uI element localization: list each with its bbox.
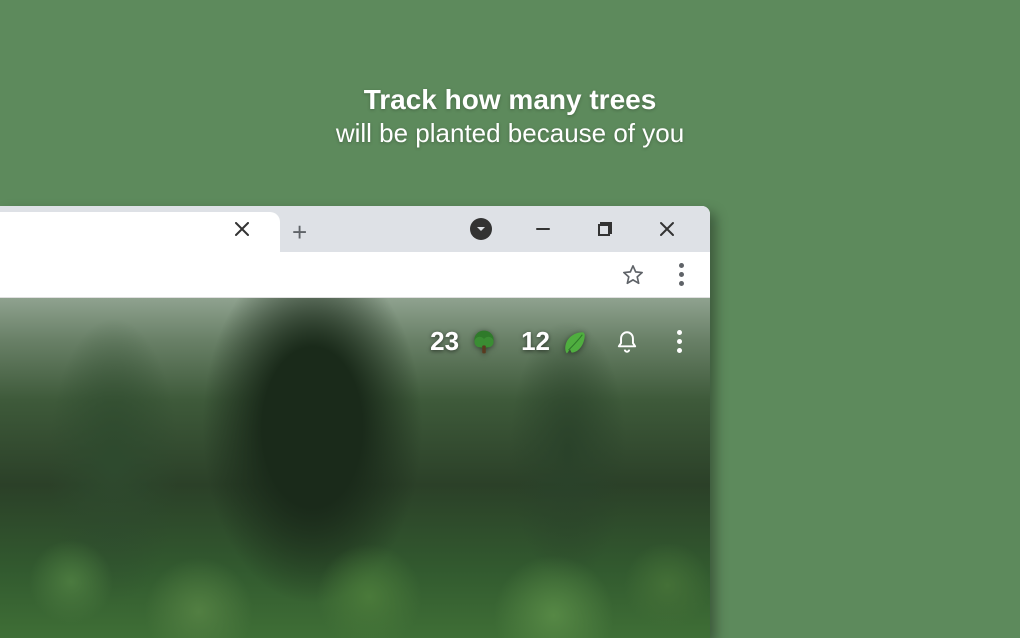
ecosia-stats-bar: 23 12 xyxy=(430,326,694,357)
page-content: 23 12 xyxy=(0,298,710,638)
notifications-bell-icon[interactable] xyxy=(612,327,642,357)
promo-headline: Track how many trees will be planted bec… xyxy=(0,82,1020,150)
tree-count-value: 23 xyxy=(430,326,459,357)
tab-close-button[interactable] xyxy=(230,217,254,241)
leaf-count-value: 12 xyxy=(521,326,550,357)
browser-more-icon[interactable] xyxy=(668,262,694,288)
headline-light: will be planted because of you xyxy=(0,117,1020,150)
leaf-icon xyxy=(560,327,590,357)
tree-icon xyxy=(469,327,499,357)
browser-toolbar xyxy=(0,252,710,298)
tab-strip: + xyxy=(0,206,710,252)
window-minimize-button[interactable] xyxy=(530,216,556,242)
window-controls xyxy=(468,206,710,252)
ecosia-more-icon[interactable] xyxy=(664,327,694,357)
window-maximize-button[interactable] xyxy=(592,216,618,242)
bookmark-star-icon[interactable] xyxy=(620,262,646,288)
foliage-overlay xyxy=(0,451,710,638)
headline-bold: Track how many trees xyxy=(0,82,1020,117)
window-close-button[interactable] xyxy=(654,216,680,242)
browser-window: + xyxy=(0,206,710,638)
leaf-counter[interactable]: 12 xyxy=(521,326,590,357)
account-dropdown-icon[interactable] xyxy=(468,216,494,242)
new-tab-button[interactable]: + xyxy=(292,217,307,248)
tree-counter[interactable]: 23 xyxy=(430,326,499,357)
